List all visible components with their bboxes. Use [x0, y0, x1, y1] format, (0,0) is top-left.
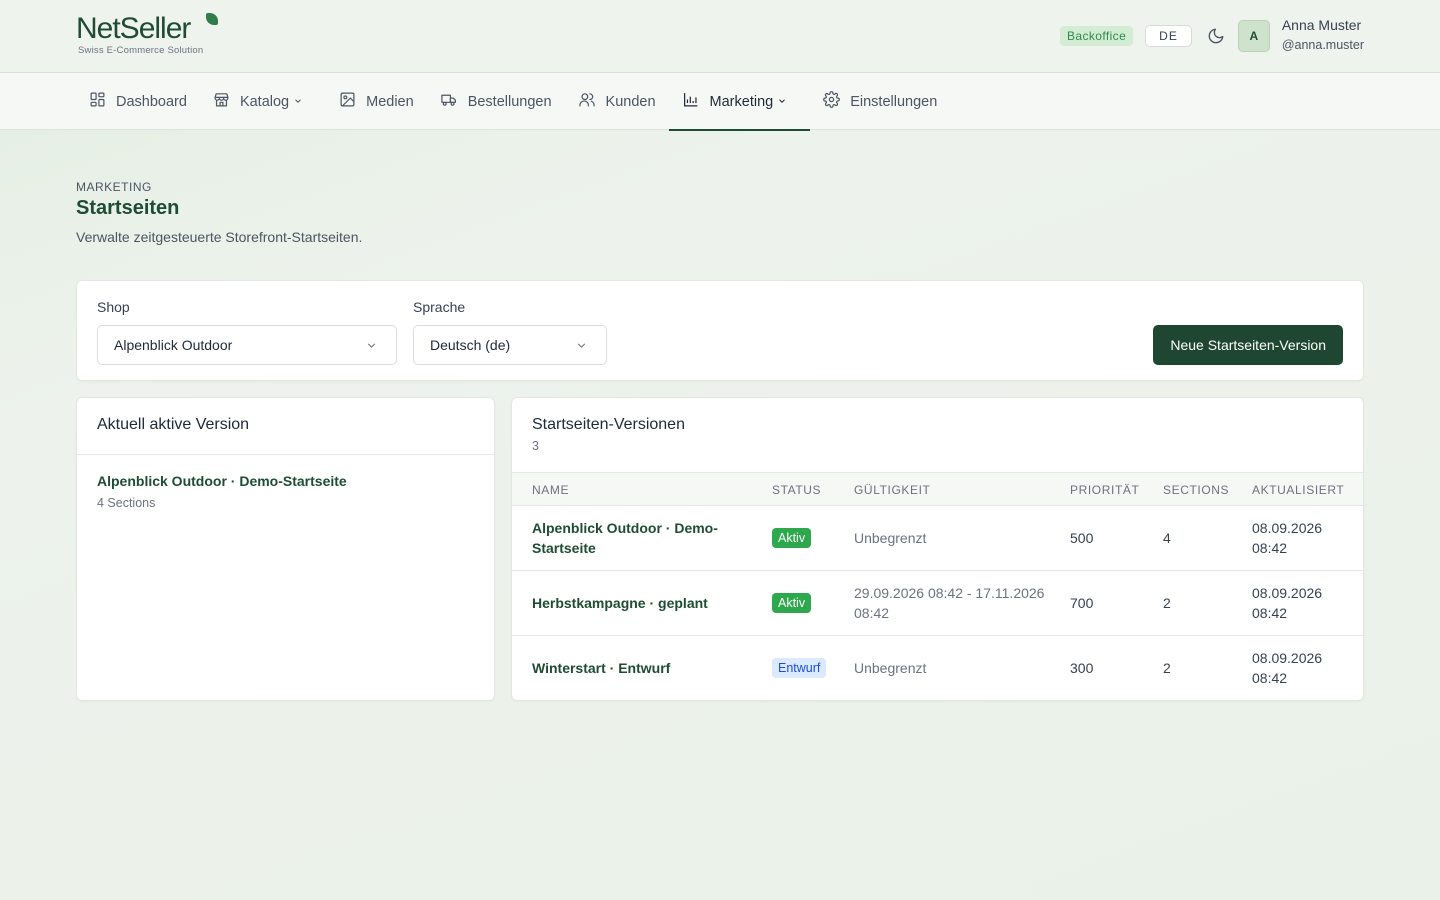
- nav-item-katalog[interactable]: Katalog: [200, 73, 326, 130]
- truck-icon: [440, 91, 468, 112]
- nav-item-kunden[interactable]: Kunden: [565, 73, 669, 130]
- language-select-value: Deutsch (de): [430, 337, 511, 353]
- page-subtitle: Verwalte zeitgesteuerte Storefront-Start…: [76, 229, 363, 245]
- sections-cell: 2: [1163, 595, 1171, 611]
- priority-cell: 300: [1070, 660, 1094, 676]
- avatar[interactable]: A: [1237, 20, 1270, 52]
- language-switch-button[interactable]: DE: [1145, 25, 1192, 47]
- status-badge: Aktiv: [772, 528, 812, 548]
- store-icon: [213, 91, 240, 112]
- new-homepage-version-button[interactable]: Neue Startseiten-Version: [1153, 325, 1343, 365]
- nav-label-marketing: Marketing: [709, 93, 774, 110]
- column-header-updated[interactable]: AKTUALISIERT: [1252, 483, 1344, 497]
- status-badge: Aktiv: [772, 593, 812, 613]
- column-header-sections[interactable]: SECTIONS: [1163, 483, 1229, 497]
- nav-item-bestellungen[interactable]: Bestellungen: [427, 73, 565, 130]
- chevron-down-icon: [365, 339, 378, 355]
- moon-icon[interactable]: [1206, 26, 1226, 46]
- dashboard-icon: [89, 91, 116, 112]
- column-header-status[interactable]: STATUS: [772, 483, 821, 497]
- priority-cell: 500: [1070, 530, 1094, 546]
- column-header-name[interactable]: NAME: [532, 483, 569, 497]
- user-name: Anna Muster: [1281, 17, 1362, 33]
- updated-cell: 08.09.2026 08:42: [1252, 520, 1323, 556]
- section-eyebrow: MARKETING: [76, 180, 152, 194]
- shop-select[interactable]: Alpenblick Outdoor: [97, 325, 397, 365]
- version-name-link[interactable]: Alpenblick Outdoor · Demo-Startseite: [532, 518, 742, 558]
- column-header-validity[interactable]: GÜLTIGKEIT: [854, 483, 930, 497]
- priority-cell: 700: [1070, 595, 1094, 611]
- version-name-link[interactable]: Herbstkampagne · geplant: [532, 593, 742, 613]
- nav-item-medien[interactable]: Medien: [326, 73, 427, 130]
- netseller-logo[interactable]: NetSeller Swiss E-Commerce Solution: [76, 12, 226, 60]
- versions-count: 3: [532, 439, 539, 453]
- nav-label-katalog: Katalog: [239, 93, 290, 110]
- leaf-icon: [206, 13, 218, 25]
- sections-cell: 2: [1163, 660, 1171, 676]
- table-header: NAME STATUS GÜLTIGKEIT PRIORITÄT SECTION…: [512, 472, 1363, 506]
- updated-cell: 08.09.2026 08:42: [1252, 650, 1323, 686]
- status-badge: Entwurf: [772, 658, 827, 678]
- validity-cell: 29.09.2026 08:42 - 17.11.2026 08:42: [854, 585, 1045, 621]
- nav-label-einstellungen: Einstellungen: [850, 93, 938, 110]
- image-icon: [339, 91, 366, 112]
- nav-label-dashboard: Dashboard: [116, 93, 187, 110]
- chevron-down-icon: [575, 339, 588, 355]
- version-name-link[interactable]: Winterstart · Entwurf: [532, 658, 742, 678]
- users-icon: [578, 91, 606, 112]
- sections-cell: 4: [1163, 530, 1171, 546]
- language-select[interactable]: Deutsch (de): [413, 325, 607, 365]
- user-handle: @anna.muster: [1281, 38, 1364, 52]
- page-title: Startseiten: [76, 197, 180, 219]
- nav-label-bestellungen: Bestellungen: [467, 93, 552, 110]
- active-version-heading: Aktuell aktive Version: [97, 416, 250, 433]
- top-header: NetSeller Swiss E-Commerce Solution Back…: [0, 0, 1440, 73]
- column-header-priority[interactable]: PRIORITÄT: [1070, 483, 1139, 497]
- nav-item-einstellungen[interactable]: Einstellungen: [810, 73, 950, 130]
- versions-heading: Startseiten-Versionen: [532, 416, 685, 433]
- table-row[interactable]: Winterstart · Entwurf Entwurf Unbegrenzt…: [512, 636, 1363, 700]
- shop-select-value: Alpenblick Outdoor: [114, 337, 233, 353]
- chart-icon: [682, 91, 710, 112]
- gear-icon: [823, 91, 850, 112]
- updated-cell: 08.09.2026 08:42: [1252, 585, 1323, 621]
- validity-cell: Unbegrenzt: [854, 530, 927, 546]
- nav-label-kunden: Kunden: [605, 93, 656, 110]
- nav-label-medien: Medien: [366, 93, 414, 110]
- active-version-card: Aktuell aktive Version Alpenblick Outdoo…: [76, 397, 495, 701]
- chevron-down-icon: [293, 94, 313, 110]
- validity-cell: Unbegrenzt: [854, 660, 927, 676]
- versions-table-card: Startseiten-Versionen 3 NAME STATUS GÜLT…: [511, 397, 1364, 701]
- backoffice-badge: Backoffice: [1060, 26, 1134, 46]
- nav-item-marketing[interactable]: Marketing: [668, 73, 811, 131]
- shop-label: Shop: [97, 299, 130, 315]
- divider: [77, 454, 494, 455]
- table-row[interactable]: Herbstkampagne · geplant Aktiv 29.09.202…: [512, 571, 1363, 636]
- chevron-down-icon: [777, 94, 797, 110]
- language-label: Sprache: [413, 299, 466, 315]
- user-menu[interactable]: Anna Muster @anna.muster: [1282, 16, 1364, 56]
- table-row[interactable]: Alpenblick Outdoor · Demo-Startseite Akt…: [512, 506, 1363, 571]
- active-version-sections: 4 Sections: [97, 496, 156, 510]
- header-actions: Backoffice DE A Anna Muster @anna.muster: [1060, 16, 1364, 56]
- active-version-link[interactable]: Alpenblick Outdoor · Demo-Startseite: [97, 473, 347, 489]
- logo-tagline: Swiss E-Commerce Solution: [78, 45, 204, 56]
- filter-card: Shop Alpenblick Outdoor Sprache Deutsch …: [76, 280, 1364, 381]
- nav-item-dashboard[interactable]: Dashboard: [76, 73, 200, 130]
- logo-wordmark: NetSeller: [76, 12, 191, 45]
- main-navigation: Dashboard Katalog Medien Bestellungen Ku…: [0, 73, 1440, 131]
